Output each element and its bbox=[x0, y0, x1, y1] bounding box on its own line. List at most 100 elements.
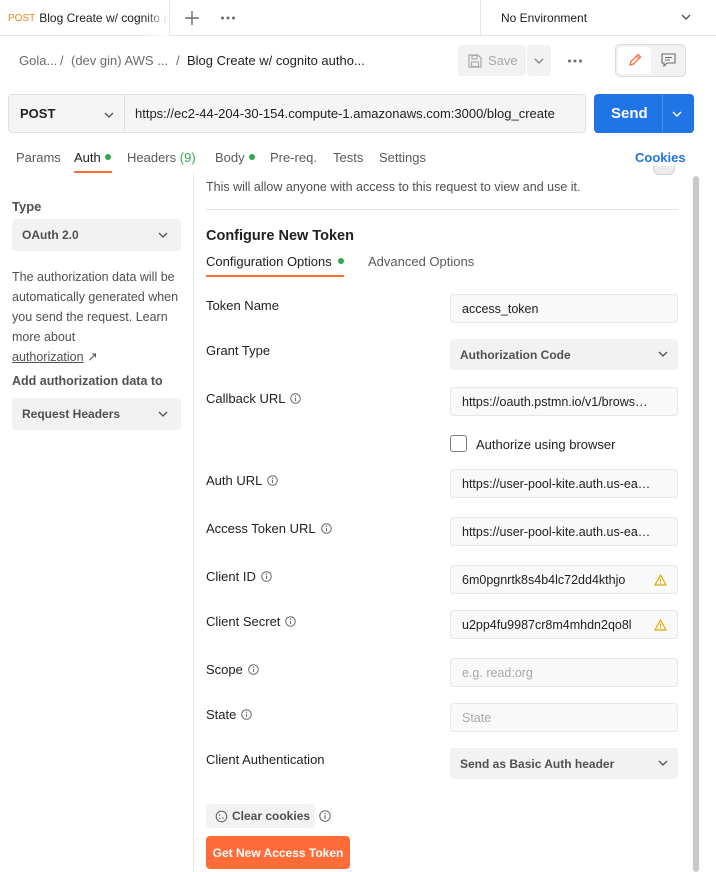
scrollbar-thumb[interactable] bbox=[693, 176, 699, 872]
get-token-label: Get New Access Token bbox=[212, 845, 344, 860]
callback-url-row-label: Callback URL bbox=[206, 391, 302, 406]
cookies-link[interactable]: Cookies bbox=[635, 150, 686, 165]
edit-mode-button[interactable] bbox=[618, 47, 651, 74]
chevron-down-icon bbox=[658, 760, 668, 766]
auth-url-label: Auth URL bbox=[206, 473, 263, 488]
access-token-url-label: Access Token URL bbox=[206, 521, 316, 536]
callback-url-label: Callback URL bbox=[206, 391, 286, 406]
tab-tests[interactable]: Tests bbox=[333, 150, 363, 165]
tab-body-label: Body bbox=[215, 150, 245, 165]
info-icon[interactable] bbox=[319, 810, 331, 822]
tab-headers[interactable]: Headers (9) bbox=[127, 150, 196, 165]
token-name-input[interactable]: access_token bbox=[450, 294, 678, 323]
auth-type-value: OAuth 2.0 bbox=[22, 228, 79, 242]
breadcrumb-collection[interactable]: Gola... bbox=[19, 53, 57, 68]
breadcrumb-folder[interactable]: (dev gin) AWS ... bbox=[71, 53, 168, 68]
tab-settings[interactable]: Settings bbox=[379, 150, 426, 165]
environment-selector[interactable]: No Environment bbox=[480, 0, 716, 36]
authorize-browser-label: Authorize using browser bbox=[476, 437, 616, 452]
tab-prereq[interactable]: Pre-req. bbox=[270, 150, 317, 165]
auth-description: The authorization data will be automatic… bbox=[12, 267, 188, 367]
client-id-label: Client ID bbox=[206, 569, 256, 584]
tab-auth-label: Auth bbox=[74, 150, 101, 165]
chevron-down-icon bbox=[158, 232, 168, 238]
cookie-icon bbox=[215, 810, 228, 823]
client-id-value: 6m0pgnrtk8s4b4lc72dd4kthjo bbox=[462, 572, 626, 587]
new-tab-icon[interactable] bbox=[184, 10, 200, 26]
client-id-input[interactable]: 6m0pgnrtk8s4b4lc72dd4kthjo bbox=[450, 565, 678, 594]
authorization-link[interactable]: authorization bbox=[12, 350, 84, 364]
tab-body[interactable]: Body bbox=[215, 150, 255, 165]
callback-url-value: https://oauth.pstmn.io/v1/browser-callba… bbox=[462, 394, 651, 409]
request-title[interactable]: Blog Create w/ cognito autho... bbox=[187, 53, 365, 68]
token-name-value: access_token bbox=[462, 301, 539, 316]
chevron-down-icon bbox=[158, 411, 168, 417]
save-icon bbox=[468, 53, 482, 68]
type-label: Type bbox=[12, 199, 42, 214]
section-title: Configure New Token bbox=[206, 228, 354, 244]
subtab-configuration-label: Configuration Options bbox=[206, 254, 332, 269]
auth-url-value: https://user-pool-kite.auth.us-east-1.am… bbox=[462, 476, 651, 491]
url-text: https://ec2-44-204-30-154.compute-1.amaz… bbox=[135, 106, 555, 121]
clear-cookies-label: Clear cookies bbox=[232, 809, 311, 823]
info-icon[interactable] bbox=[261, 571, 272, 582]
access-token-url-input[interactable]: https://user-pool-kite.auth.us-east-1.am… bbox=[450, 517, 678, 546]
client-secret-input[interactable]: u2pp4fu9987cr8m4mhdn2qo8l bbox=[450, 610, 678, 639]
share-toggle[interactable] bbox=[653, 166, 675, 175]
chevron-down-icon bbox=[534, 58, 544, 64]
send-divider bbox=[662, 94, 663, 133]
info-icon[interactable] bbox=[248, 664, 259, 675]
info-icon[interactable] bbox=[320, 523, 332, 534]
send-label: Send bbox=[611, 105, 648, 122]
status-dot bbox=[104, 154, 111, 160]
client-auth-select[interactable]: Send as Basic Auth header bbox=[450, 748, 678, 779]
info-icon[interactable] bbox=[241, 709, 253, 720]
info-icon[interactable] bbox=[290, 393, 302, 404]
save-options-button[interactable] bbox=[527, 45, 551, 76]
get-new-access-token-button[interactable]: Get New Access Token bbox=[206, 836, 350, 869]
status-dot bbox=[248, 154, 255, 160]
tab-params[interactable]: Params bbox=[16, 150, 61, 165]
active-tab-underline bbox=[74, 171, 112, 173]
callback-url-input[interactable]: https://oauth.pstmn.io/v1/browser-callba… bbox=[450, 387, 678, 416]
active-subtab-underline bbox=[206, 275, 344, 277]
add-auth-to-select[interactable]: Request Headers bbox=[12, 398, 181, 430]
comments-button[interactable] bbox=[653, 47, 684, 74]
state-placeholder: State bbox=[462, 710, 492, 725]
request-tab[interactable]: POST Blog Create w/ cognito auth bbox=[0, 0, 170, 36]
clear-cookies-button[interactable]: Clear cookies bbox=[206, 804, 315, 828]
subtab-advanced[interactable]: Advanced Options bbox=[368, 254, 474, 269]
authorize-browser-checkbox[interactable] bbox=[450, 435, 467, 452]
chevron-down-icon[interactable] bbox=[672, 111, 682, 117]
add-auth-to-label: Add authorization data to bbox=[12, 374, 163, 388]
subtab-configuration[interactable]: Configuration Options bbox=[206, 254, 344, 269]
auth-type-select[interactable]: OAuth 2.0 bbox=[12, 219, 181, 251]
state-input[interactable]: State bbox=[450, 703, 678, 732]
state-label: State bbox=[206, 707, 237, 722]
add-auth-to-value: Request Headers bbox=[22, 407, 121, 421]
environment-label: No Environment bbox=[501, 11, 588, 25]
pane-divider bbox=[193, 172, 194, 872]
info-icon[interactable] bbox=[267, 475, 279, 486]
more-actions-icon[interactable] bbox=[567, 58, 583, 64]
client-secret-row-label: Client Secret bbox=[206, 614, 297, 629]
warning-icon[interactable] bbox=[654, 574, 667, 586]
tab-auth[interactable]: Auth bbox=[74, 150, 111, 165]
warning-icon[interactable] bbox=[654, 619, 667, 631]
url-input[interactable]: https://ec2-44-204-30-154.compute-1.amaz… bbox=[124, 94, 586, 133]
scope-input[interactable]: e.g. read:org bbox=[450, 658, 678, 687]
method-select[interactable]: POST bbox=[8, 94, 125, 133]
auth-url-input[interactable]: https://user-pool-kite.auth.us-east-1.am… bbox=[450, 469, 678, 498]
scope-row-label: Scope bbox=[206, 662, 259, 677]
comment-icon bbox=[661, 53, 676, 67]
tab-fade bbox=[145, 0, 169, 36]
tab-headers-label: Headers bbox=[127, 150, 177, 165]
client-id-row-label: Client ID bbox=[206, 569, 272, 584]
info-icon[interactable] bbox=[285, 616, 297, 627]
chevron-down-icon bbox=[658, 351, 668, 357]
save-button[interactable]: Save bbox=[458, 45, 526, 76]
headers-count: (9) bbox=[179, 150, 196, 165]
send-button[interactable]: Send bbox=[594, 94, 694, 133]
more-tabs-icon[interactable] bbox=[220, 15, 236, 21]
grant-type-select[interactable]: Authorization Code bbox=[450, 339, 678, 370]
